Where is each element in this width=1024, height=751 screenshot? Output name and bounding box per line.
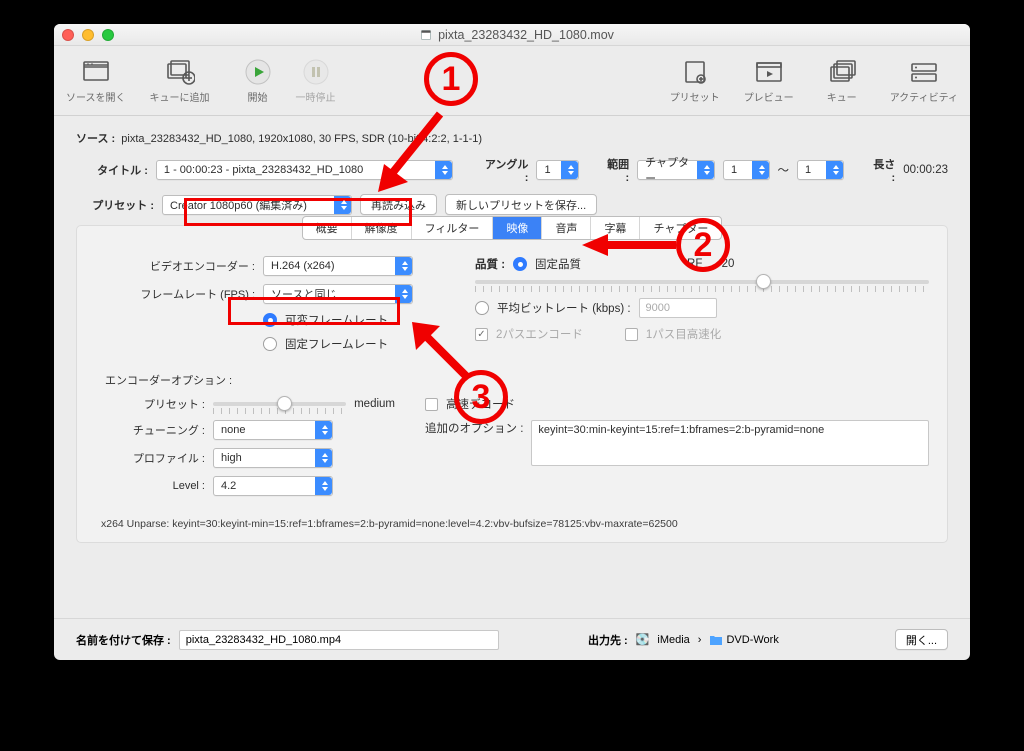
fastdecode-checkbox[interactable]	[425, 398, 438, 411]
minimize-button[interactable]	[82, 29, 94, 41]
level-select[interactable]: 4.2	[213, 476, 333, 496]
annotation-box-preset	[184, 198, 412, 226]
cfr-label: 固定フレームレート	[285, 336, 388, 352]
browse-button[interactable]: 開く...	[895, 629, 948, 650]
rf-slider[interactable]	[475, 280, 929, 284]
saveas-input[interactable]: pixta_23283432_HD_1080.mp4	[179, 630, 499, 650]
add-to-queue-button[interactable]: キューに追加	[150, 58, 210, 104]
extra-opts-label: 追加のオプション :	[425, 420, 523, 436]
tune-label: チューニング :	[95, 422, 205, 438]
dest-label: 出力先 :	[588, 632, 628, 648]
duration-label: 長さ :	[869, 156, 895, 184]
encoder-select[interactable]: H.264 (x264)	[263, 256, 413, 276]
quality-label: 品質 :	[475, 256, 505, 272]
cq-label: 固定品質	[535, 256, 581, 272]
titlebar: pixta_23283432_HD_1080.mov	[54, 24, 970, 46]
footer: 名前を付けて保存 : pixta_23283432_HD_1080.mp4 出力…	[54, 618, 970, 660]
dest-disk-icon: 💽	[636, 633, 650, 646]
tab-audio[interactable]: 音声	[542, 217, 591, 239]
movie-icon	[420, 29, 432, 41]
turbo-label: 1パス目高速化	[646, 326, 721, 342]
toolbar: ソースを開く キューに追加 開始 一時停止 プリセット プレビュー キュー アク…	[54, 46, 970, 116]
tab-chapters[interactable]: チャプター	[640, 217, 721, 239]
turbo-checkbox[interactable]	[625, 328, 638, 341]
range-label: 範囲 :	[603, 156, 629, 184]
save-new-preset-button[interactable]: 新しいプリセットを保存...	[445, 194, 597, 215]
activity-button[interactable]: アクティビティ	[890, 58, 958, 104]
content-area: ソース : pixta_23283432_HD_1080, 1920x1080,…	[54, 116, 970, 618]
x264-unparse: x264 Unparse: keyint=30:keyint-min=15:re…	[101, 518, 929, 530]
tab-video[interactable]: 映像	[493, 217, 542, 239]
close-button[interactable]	[62, 29, 74, 41]
saveas-label: 名前を付けて保存 :	[76, 632, 171, 648]
window-title: pixta_23283432_HD_1080.mov	[114, 28, 920, 42]
tune-select[interactable]: none	[213, 420, 333, 440]
source-text: pixta_23283432_HD_1080, 1920x1080, 30 FP…	[121, 133, 482, 145]
tab-filters[interactable]: フィルター	[412, 217, 494, 239]
enc-preset-label: プリセット :	[95, 396, 205, 412]
cq-radio[interactable]	[513, 257, 527, 271]
presets-button[interactable]: プリセット	[670, 58, 720, 104]
profile-select[interactable]: high	[213, 448, 333, 468]
fastdecode-label: 高速デコード	[446, 396, 515, 412]
pause-button[interactable]: 一時停止	[292, 58, 340, 104]
dest-path2[interactable]: DVD-Work	[726, 634, 778, 646]
twopass-checkbox[interactable]	[475, 328, 488, 341]
angle-label: アングル :	[482, 156, 528, 184]
settings-panel: 概要 解像度 フィルター 映像 音声 字幕 チャプター ビデオエンコーダー : …	[76, 225, 948, 543]
encoder-options-heading: エンコーダーオプション :	[105, 372, 929, 388]
tab-subtitles[interactable]: 字幕	[591, 217, 640, 239]
rf-value: 20	[722, 258, 735, 270]
enc-preset-slider[interactable]	[213, 402, 346, 406]
extra-opts-input[interactable]: keyint=30:min-keyint=15:ref=1:bframes=2:…	[531, 420, 929, 466]
range-select[interactable]: チャプター	[637, 160, 715, 180]
duration-value: 00:00:23	[903, 164, 948, 176]
window-controls	[62, 29, 114, 41]
chapter-from-select[interactable]: 1	[723, 160, 770, 180]
app-window: pixta_23283432_HD_1080.mov ソースを開く キューに追加…	[54, 24, 970, 660]
abr-radio[interactable]	[475, 301, 489, 315]
profile-label: プロファイル :	[95, 450, 205, 466]
dest-path1[interactable]: iMedia	[657, 634, 689, 646]
open-source-button[interactable]: ソースを開く	[66, 58, 126, 104]
source-label: ソース :	[76, 133, 115, 145]
abr-label: 平均ビットレート (kbps) :	[497, 300, 631, 316]
folder-icon	[709, 634, 723, 646]
twopass-label: 2パスエンコード	[496, 326, 583, 342]
queue-button[interactable]: キュー	[818, 58, 866, 104]
angle-select[interactable]: 1	[536, 160, 579, 180]
annotation-box-fps	[228, 297, 400, 325]
abr-input[interactable]: 9000	[639, 298, 717, 318]
enc-preset-value: medium	[354, 398, 395, 410]
chapter-to-select[interactable]: 1	[797, 160, 844, 180]
preview-button[interactable]: プレビュー	[744, 58, 794, 104]
preset-label: プリセット :	[76, 197, 154, 213]
title-label: タイトル :	[76, 162, 148, 178]
level-label: Level :	[95, 480, 205, 492]
cfr-radio[interactable]	[263, 337, 277, 351]
title-select[interactable]: 1 - 00:00:23 - pixta_23283432_HD_1080	[156, 160, 453, 180]
zoom-button[interactable]	[102, 29, 114, 41]
rf-label: RF	[687, 258, 702, 270]
encoder-label: ビデオエンコーダー :	[95, 258, 255, 274]
start-button[interactable]: 開始	[234, 58, 282, 104]
